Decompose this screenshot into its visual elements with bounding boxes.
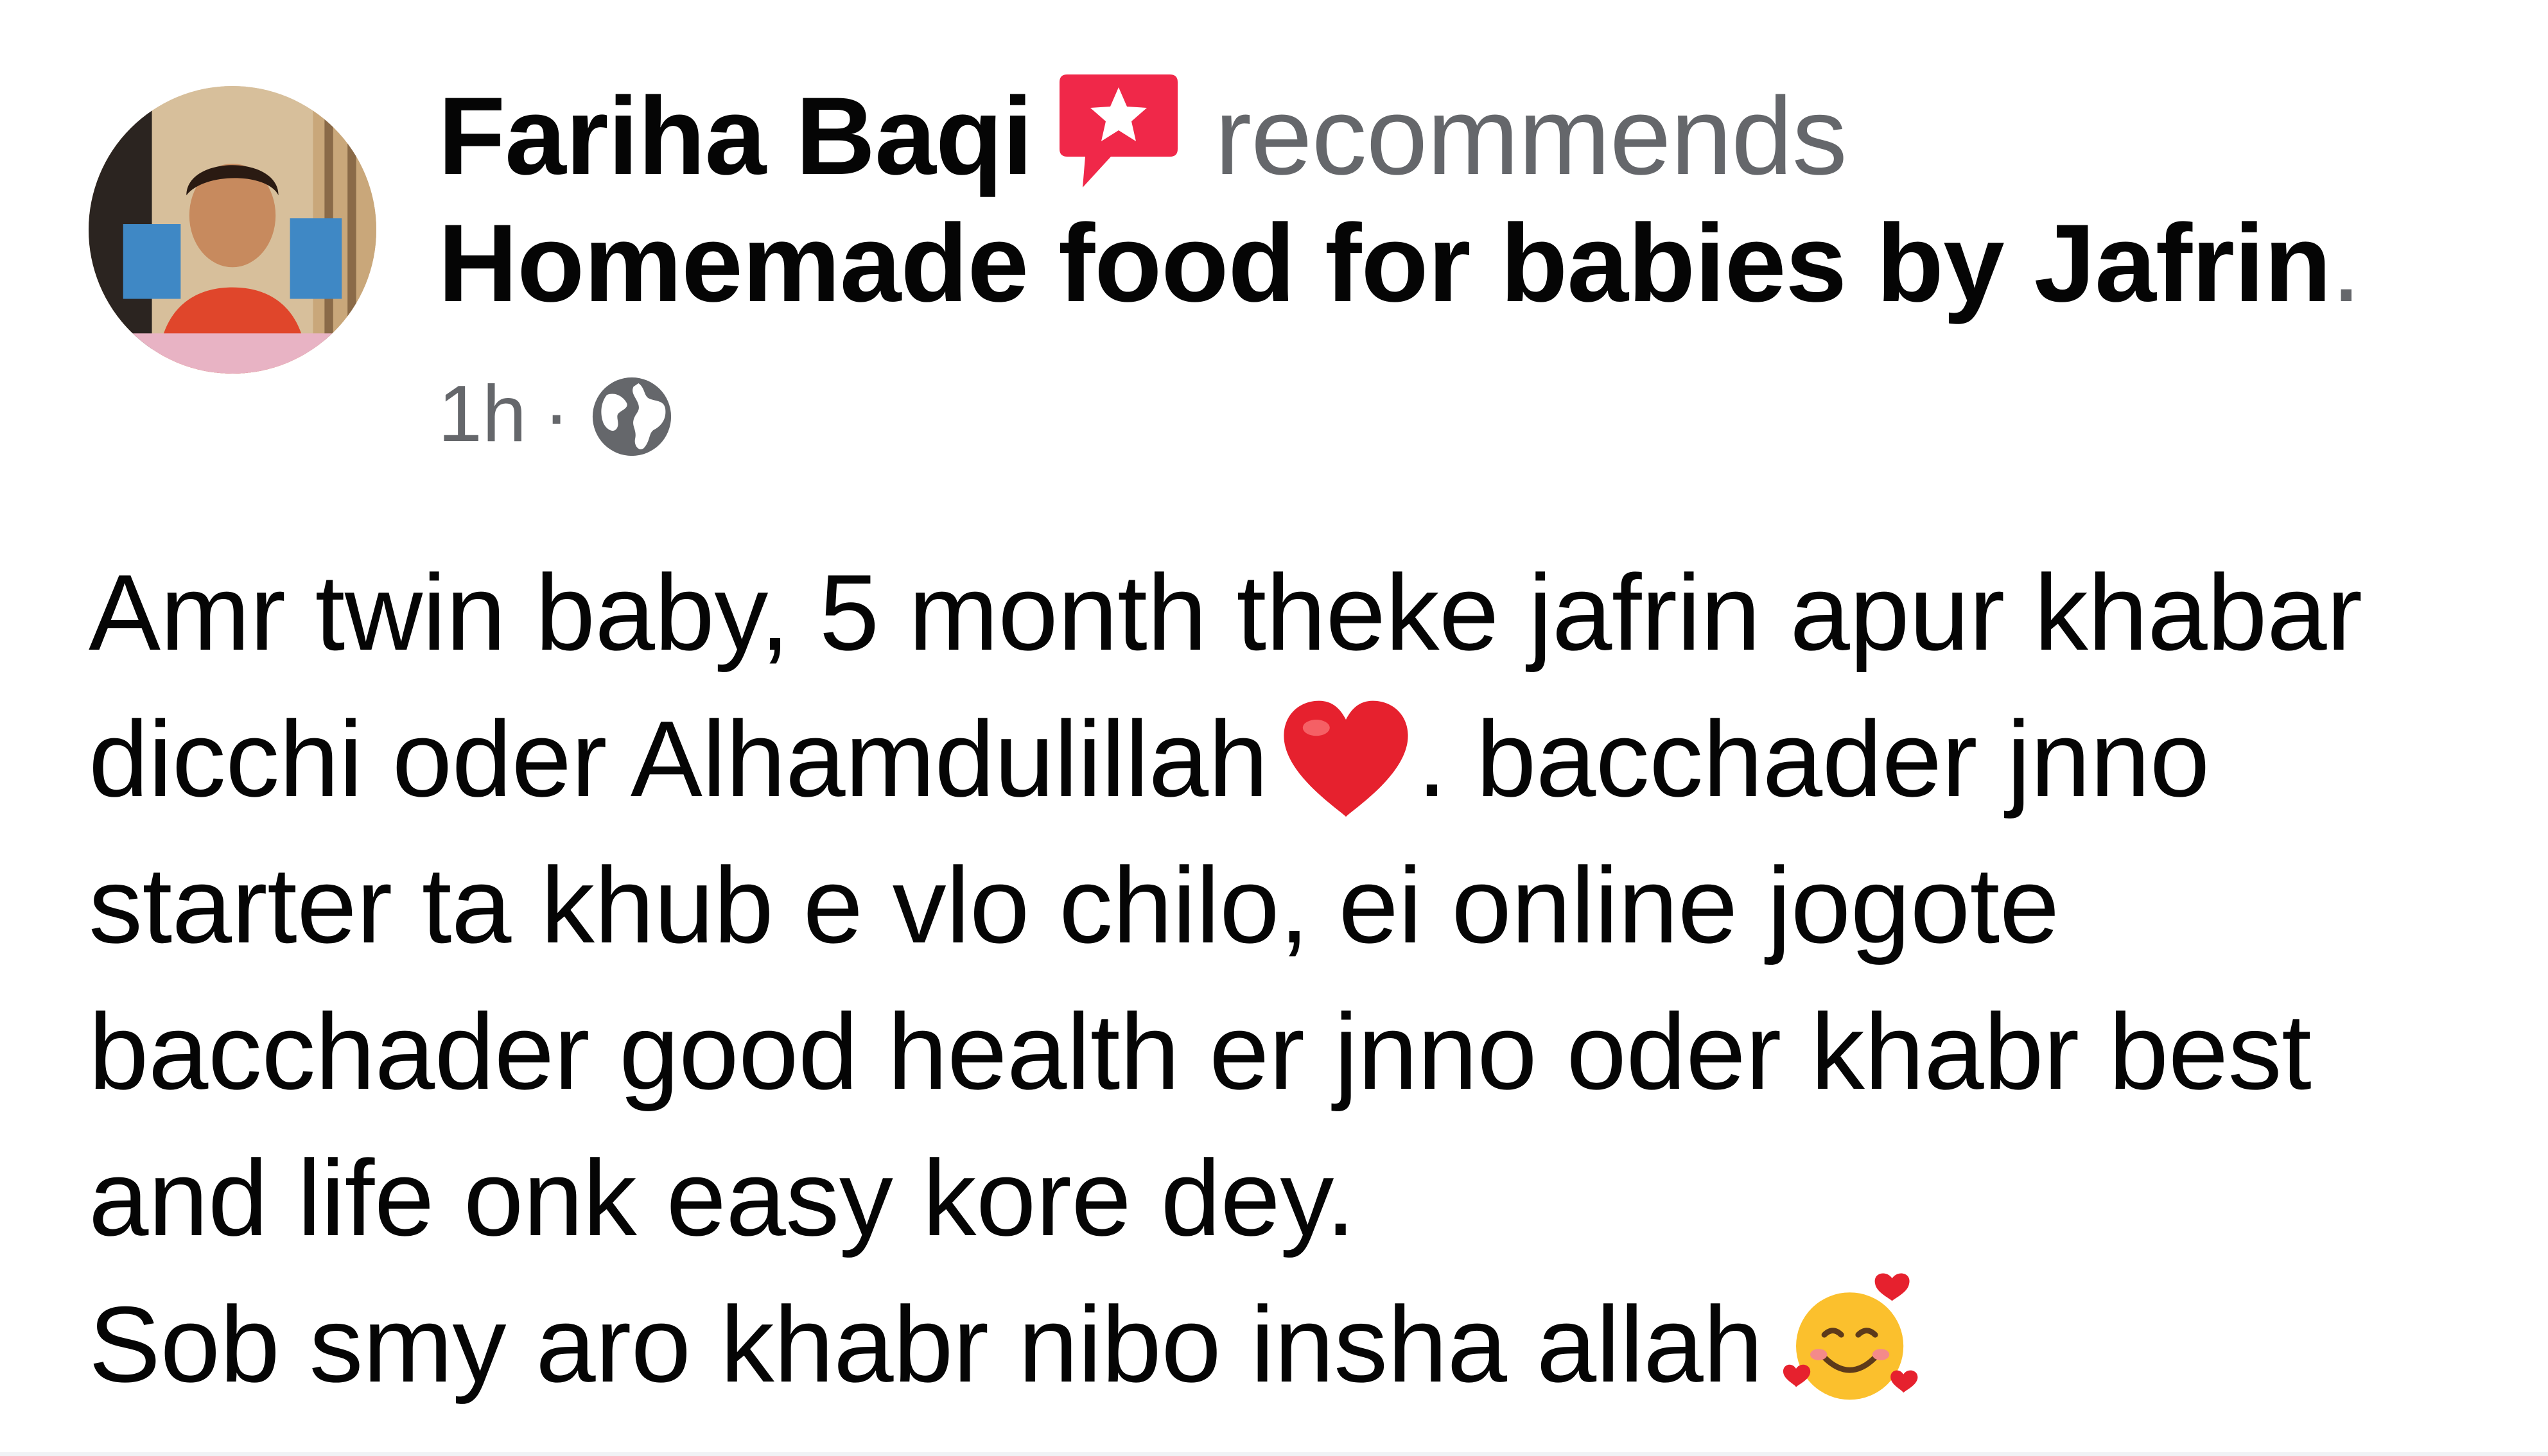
post-header-line1: Fariha Baqi recommends <box>438 72 1847 200</box>
post-body: Amr twin baby, 5 month theke jafrin apur… <box>89 539 2529 1417</box>
post-text-segment: dicchi oder Alhamdulillah <box>89 698 1268 819</box>
post-text-line: and life onk easy kore dey. <box>89 1138 1356 1258</box>
post-text-segment: . bacchader jnno <box>1417 698 2210 819</box>
bottom-divider <box>0 1452 2548 1456</box>
post-text-line: Sob smy aro khabr nibo insha allah <box>89 1271 2529 1417</box>
post-text-line: dicchi oder Alhamdulillah . bacchader jnn… <box>89 686 2529 832</box>
post-text-line: bacchader good health er jnno oder khabr… <box>89 991 2312 1112</box>
page-name-period: . <box>2330 202 2362 325</box>
post-meta: 1h · <box>438 360 674 469</box>
smiling-face-with-hearts-emoji <box>1782 1270 1923 1411</box>
red-heart-emoji <box>1278 696 1413 824</box>
recommended-page-name[interactable]: Homemade food for babies by Jafrin <box>438 200 2332 327</box>
post-text-segment: Sob smy aro khabr nibo insha allah <box>89 1284 1763 1405</box>
avatar[interactable] <box>89 86 376 374</box>
avatar-photo <box>89 86 376 374</box>
post-card: Fariha Baqi recommends Homemade food for… <box>0 0 2548 1456</box>
author-name[interactable]: Fariha Baqi <box>438 73 1033 200</box>
post-header-line2: Homemade food for babies by Jafrin . <box>438 199 2362 327</box>
post-timestamp[interactable]: 1h <box>438 368 527 460</box>
recommend-star-badge-icon <box>1054 69 1183 195</box>
globe-icon[interactable] <box>590 375 674 458</box>
recommends-text: recommends <box>1214 74 1847 198</box>
post-text-line: starter ta khub e vlo chilo, ei online j… <box>89 845 2059 966</box>
meta-separator: · <box>543 370 570 458</box>
post-text-line: Amr twin baby, 5 month theke jafrin apur… <box>89 552 2362 673</box>
